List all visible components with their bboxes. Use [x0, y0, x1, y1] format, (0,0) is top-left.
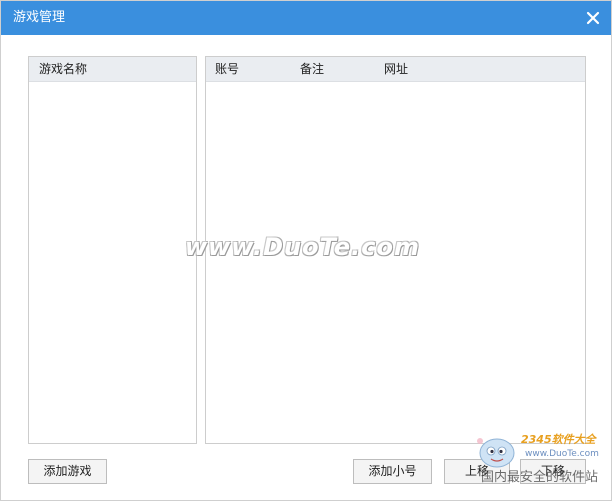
account-list-header: 账号 备注 网址	[206, 57, 585, 82]
logo-url-text: www.DuoTe.com	[525, 449, 599, 459]
add-game-button[interactable]: 添加游戏	[28, 459, 107, 484]
title-bar[interactable]: 游戏管理	[1, 1, 611, 35]
column-header-account[interactable]: 账号	[215, 62, 239, 76]
column-header-url[interactable]: 网址	[384, 62, 408, 76]
add-account-button[interactable]: 添加小号	[353, 459, 432, 484]
move-down-button[interactable]: 下移	[520, 459, 586, 484]
dialog-title: 游戏管理	[13, 10, 66, 25]
column-header-note[interactable]: 备注	[300, 62, 324, 76]
account-list-panel[interactable]: 账号 备注 网址	[205, 56, 586, 444]
game-list-header: 游戏名称	[29, 57, 196, 82]
close-icon[interactable]	[585, 10, 601, 26]
column-header-game-name[interactable]: 游戏名称	[39, 62, 87, 76]
game-manager-dialog: 游戏管理 游戏名称 账号 备注 网址 添加游戏 添加小号 上移 下移 www.D…	[0, 0, 612, 501]
game-list-panel[interactable]: 游戏名称	[28, 56, 197, 444]
move-up-button[interactable]: 上移	[444, 459, 510, 484]
